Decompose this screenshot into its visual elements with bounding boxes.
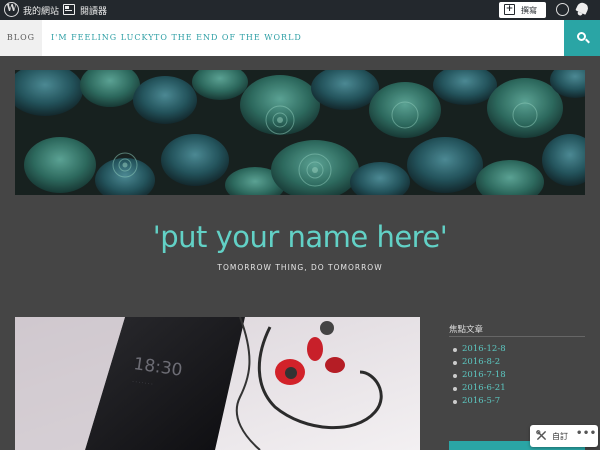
post-featured-image[interactable]: 18:30 · · · · · · · bbox=[15, 317, 420, 450]
search-button[interactable] bbox=[564, 20, 600, 56]
my-site-link[interactable]: 我的網站 bbox=[23, 4, 59, 17]
nav-item-feeling-lucky[interactable]: I'M FEELING LUCKY bbox=[51, 20, 155, 56]
customize-label: 自訂 bbox=[552, 432, 568, 441]
reader-icon[interactable] bbox=[63, 4, 75, 15]
reader-link[interactable]: 閱讀器 bbox=[80, 4, 107, 17]
post-link[interactable]: 2016-8-2 bbox=[452, 356, 506, 369]
tools-icon bbox=[536, 430, 546, 440]
post-link[interactable]: 2016-7-18 bbox=[452, 369, 506, 382]
search-icon-handle bbox=[585, 38, 590, 44]
site-tagline: TOMORROW THING, DO TOMORROW bbox=[217, 263, 383, 272]
featured-posts-list: 2016-12-8 2016-8-2 2016-7-18 2016-6-21 2… bbox=[452, 343, 506, 408]
post-link[interactable]: 2016-5-7 bbox=[452, 395, 506, 408]
main-navigation: BLOG I'M FEELING LUCKY TO THE END OF THE… bbox=[0, 20, 600, 56]
site-title[interactable]: 'put your name here' bbox=[0, 219, 600, 255]
nav-item-end-of-world[interactable]: TO THE END OF THE WORLD bbox=[154, 20, 302, 56]
admin-bar: W 我的網站 閱讀器 + 撰寫 bbox=[0, 0, 600, 20]
phone-earphones-photo: 18:30 · · · · · · · bbox=[15, 317, 420, 450]
more-options-icon[interactable]: ••• bbox=[576, 429, 597, 439]
wordpress-logo-icon[interactable]: W bbox=[4, 2, 19, 17]
write-plus-icon: + bbox=[504, 4, 515, 15]
post-link[interactable]: 2016-12-8 bbox=[452, 343, 506, 356]
header-image bbox=[15, 70, 585, 195]
write-button[interactable]: + 撰寫 bbox=[499, 2, 546, 18]
widget-title-featured-posts: 焦點文章 bbox=[449, 325, 484, 335]
post-link[interactable]: 2016-6-21 bbox=[452, 382, 506, 395]
write-label: 撰寫 bbox=[521, 6, 537, 15]
customize-button[interactable]: 自訂 ••• bbox=[530, 425, 598, 447]
nav-item-blog[interactable]: BLOG bbox=[0, 20, 42, 56]
widget-divider bbox=[449, 336, 585, 337]
avatar-icon[interactable] bbox=[556, 3, 569, 16]
notification-bell-icon[interactable] bbox=[575, 1, 590, 15]
succulent-illustration bbox=[15, 70, 585, 195]
